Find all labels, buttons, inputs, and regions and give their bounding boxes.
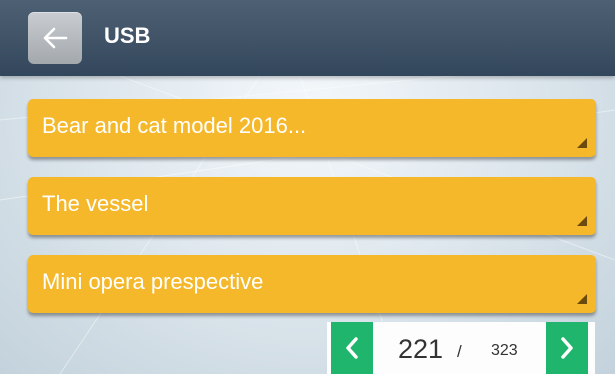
page-separator: /	[457, 342, 462, 361]
file-item[interactable]: The vessel	[28, 177, 596, 235]
chevron-left-icon	[346, 337, 358, 359]
file-item[interactable]: Mini opera prespective	[28, 255, 596, 313]
corner-indicator-icon	[577, 216, 587, 226]
file-item[interactable]: Bear and cat model 2016...	[28, 99, 596, 157]
page-title: USB	[104, 23, 151, 48]
next-page-button[interactable]	[546, 322, 588, 374]
chevron-right-icon	[561, 337, 573, 359]
corner-indicator-icon	[577, 138, 587, 148]
current-page: 221	[398, 334, 444, 364]
top-bar: USB	[0, 0, 615, 76]
total-pages: 323	[491, 342, 518, 359]
back-button[interactable]	[28, 12, 82, 64]
file-item-label: The vessel	[42, 191, 149, 216]
arrow-left-icon	[43, 27, 68, 49]
previous-page-button[interactable]	[331, 322, 373, 374]
corner-indicator-icon	[577, 294, 587, 304]
file-item-label: Bear and cat model 2016...	[42, 113, 307, 138]
file-item-label: Mini opera prespective	[42, 269, 264, 294]
